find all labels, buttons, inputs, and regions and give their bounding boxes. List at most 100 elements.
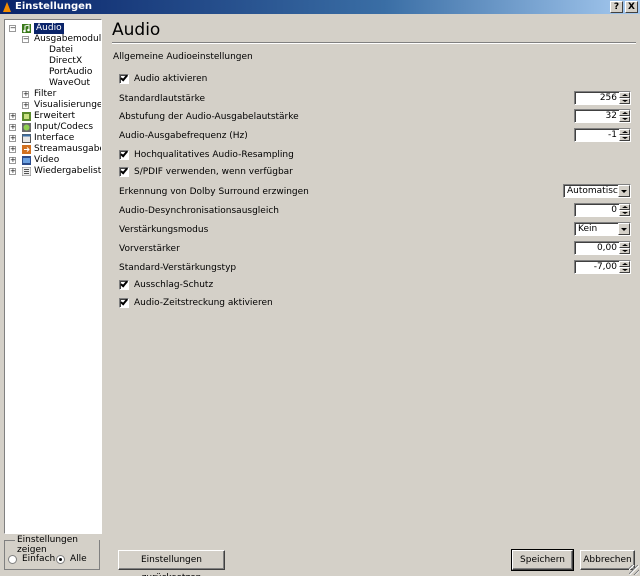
spin-value: 256 <box>599 93 617 103</box>
check-icon <box>120 73 128 82</box>
save-button[interactable]: Speichern <box>511 549 574 571</box>
expand-icon[interactable]: + <box>9 135 16 142</box>
advanced-icon <box>22 112 31 121</box>
select-value: Kein <box>578 224 598 234</box>
tree-item-directx[interactable]: DirectX <box>49 56 82 67</box>
dolby-select[interactable]: Automatisch <box>563 184 631 198</box>
collapse-icon[interactable]: − <box>9 25 16 32</box>
spin-down-icon[interactable] <box>619 267 630 273</box>
resize-grip-icon[interactable] <box>629 565 639 575</box>
expand-icon[interactable]: + <box>9 146 16 153</box>
audio-enable-checkbox[interactable] <box>119 73 129 84</box>
select-value: Automatisch <box>567 186 624 196</box>
video-icon <box>22 156 31 165</box>
default-volume-spinbox[interactable]: 256 <box>574 91 631 105</box>
show-settings-label: Einstellungen zeigen <box>15 535 99 555</box>
spin-down-icon[interactable] <box>619 248 630 254</box>
spdif-label: S/PDIF verwenden, wenn verfügbar <box>134 167 293 177</box>
desync-spinbox[interactable]: 0 <box>574 203 631 217</box>
chevron-down-icon[interactable] <box>618 223 630 235</box>
tree-label: WaveOut <box>49 78 91 88</box>
radio-simple-label[interactable]: Einfach <box>22 554 55 564</box>
tree-item-waveout[interactable]: WaveOut <box>49 78 90 89</box>
gain-mode-label: Verstärkungsmodus <box>119 225 209 235</box>
output-frequency-label: Audio-Ausgabefrequenz (Hz) <box>119 131 248 141</box>
expand-icon[interactable]: + <box>9 113 16 120</box>
time-stretch-checkbox[interactable] <box>119 297 129 308</box>
expand-icon[interactable]: + <box>9 124 16 131</box>
reset-settings-button[interactable]: Einstellungen zurücksetzen <box>118 550 225 576</box>
section-subtitle: Allgemeine Audioeinstellungen <box>113 52 253 62</box>
spin-value: -7,00 <box>593 262 617 272</box>
tree-label: Input/Codecs <box>34 122 94 132</box>
default-gain-type-label: Standard-Verstärkungstyp <box>119 263 237 273</box>
spdif-checkbox[interactable] <box>119 166 129 177</box>
title-divider <box>112 42 636 44</box>
radio-simple[interactable] <box>8 555 17 564</box>
expand-icon[interactable]: + <box>22 91 29 98</box>
window-title: Einstellungen <box>15 1 93 12</box>
volume-step-spinbox[interactable]: 32 <box>574 109 631 123</box>
settings-tree[interactable]: − Audio − Ausgabemodule Datei DirectX Po… <box>4 19 102 534</box>
check-icon <box>120 166 128 175</box>
stream-output-icon <box>22 145 31 154</box>
radio-all[interactable] <box>56 555 65 564</box>
clip-protection-label: Ausschlag-Schutz <box>134 280 214 290</box>
help-button[interactable]: ? <box>610 1 623 13</box>
default-gain-type-spinbox[interactable]: -7,00 <box>574 260 631 274</box>
expand-icon[interactable]: + <box>9 168 16 175</box>
spin-value: 32 <box>605 111 617 121</box>
show-settings-group: Einstellungen zeigen Einfach Alle <box>4 535 100 570</box>
close-button[interactable]: X <box>625 1 638 13</box>
expand-icon[interactable]: + <box>22 102 29 109</box>
gain-mode-select[interactable]: Kein <box>574 222 631 236</box>
volume-step-label: Abstufung der Audio-Ausgabelautstärke <box>119 112 299 122</box>
tree-label: Interface <box>34 133 75 143</box>
spin-down-icon[interactable] <box>619 98 630 104</box>
tree-label: Streamausgabe <box>34 144 102 154</box>
preamp-label: Vorverstärker <box>119 244 180 254</box>
tree-label: Wiedergabeliste <box>34 166 102 176</box>
tree-label: Ausgabemodule <box>34 34 102 44</box>
hq-resampling-checkbox[interactable] <box>119 149 129 160</box>
preamp-spinbox[interactable]: 0,00 <box>574 241 631 255</box>
expand-icon[interactable]: + <box>9 157 16 164</box>
hq-resampling-label: Hochqualitatives Audio-Resampling <box>134 150 294 160</box>
tree-label: PortAudio <box>49 67 93 77</box>
spin-down-icon[interactable] <box>619 210 630 216</box>
spin-down-icon[interactable] <box>619 116 630 122</box>
tree-label: Visualisierungen <box>34 100 102 110</box>
chevron-down-icon[interactable] <box>618 185 630 197</box>
title-bar: Einstellungen ? X <box>0 0 640 14</box>
tree-label: Erweitert <box>34 111 76 121</box>
tree-label: Video <box>34 155 60 165</box>
spin-value: -1 <box>608 130 617 140</box>
time-stretch-label: Audio-Zeitstreckung aktivieren <box>134 298 273 308</box>
tree-label: DirectX <box>49 56 83 66</box>
spin-value: 0 <box>611 205 617 215</box>
check-icon <box>120 149 128 158</box>
vlc-cone-icon <box>3 2 11 12</box>
default-volume-label: Standardlautstärke <box>119 94 206 104</box>
radio-all-label[interactable]: Alle <box>70 554 87 564</box>
tree-item-datei[interactable]: Datei <box>49 45 73 56</box>
check-icon <box>120 279 128 288</box>
clip-protection-checkbox[interactable] <box>119 279 129 290</box>
tree-label: Datei <box>49 45 74 55</box>
output-frequency-spinbox[interactable]: -1 <box>574 128 631 142</box>
audio-enable-label: Audio aktivieren <box>134 74 208 84</box>
input-codecs-icon <box>22 123 31 132</box>
playlist-icon <box>22 167 31 176</box>
spin-down-icon[interactable] <box>619 135 630 141</box>
page-title: Audio <box>112 20 161 40</box>
tree-label: Audio <box>34 23 64 34</box>
music-note-icon <box>22 24 31 33</box>
collapse-icon[interactable]: − <box>22 36 29 43</box>
desync-label: Audio-Desynchronisationsausgleich <box>119 206 279 216</box>
cancel-button[interactable]: Abbrechen <box>580 550 635 570</box>
tree-label: Filter <box>34 89 57 99</box>
spin-value: 0,00 <box>596 243 617 253</box>
tree-item-portaudio[interactable]: PortAudio <box>49 67 92 78</box>
interface-icon <box>22 134 31 143</box>
dolby-label: Erkennung von Dolby Surround erzwingen <box>119 187 309 197</box>
